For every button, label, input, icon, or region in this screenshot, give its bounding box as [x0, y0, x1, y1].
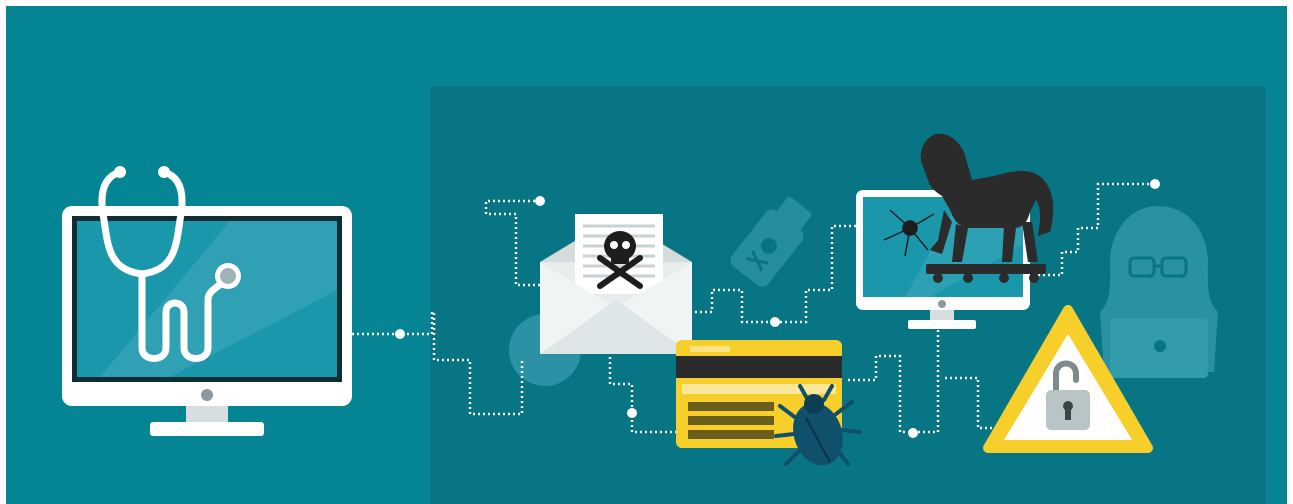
illustration-canvas	[0, 0, 1293, 504]
cyber-threat-illustration	[0, 0, 1293, 504]
power-button-icon	[201, 389, 213, 401]
stethoscope-earpiece-right	[158, 166, 170, 178]
hacker-icon	[1100, 206, 1218, 378]
stethoscope-earpiece-left	[114, 166, 126, 178]
